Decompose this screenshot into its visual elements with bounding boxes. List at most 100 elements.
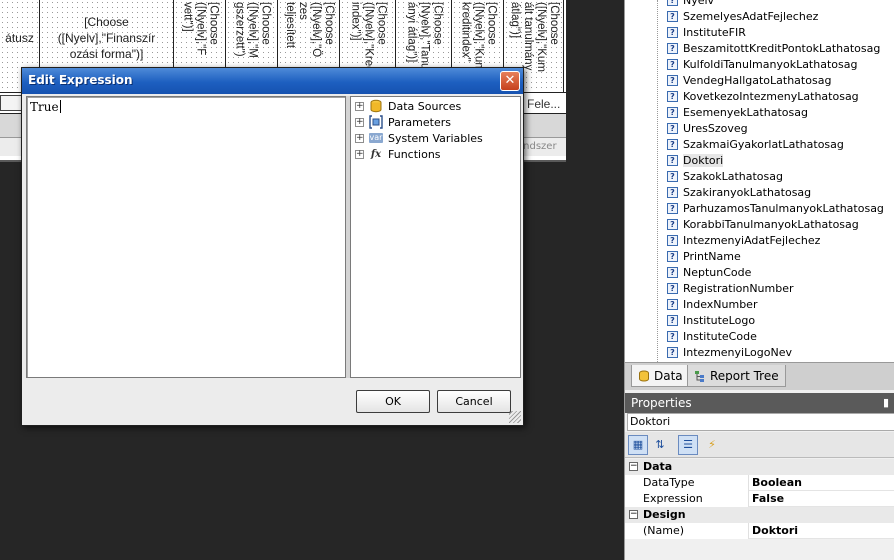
tree-item[interactable]: ? SzakiranyokLathatosag xyxy=(667,184,811,200)
cancel-button[interactable]: Cancel xyxy=(437,390,511,413)
column-header-text: [Choose ([Nyelv],"F vett")] xyxy=(181,2,219,56)
variable-icon: ? xyxy=(667,90,678,102)
tree-item[interactable]: ? SzakokLathatosag xyxy=(667,168,783,184)
tree-item-label: SzakiranyokLathatosag xyxy=(683,185,812,199)
parameters-icon xyxy=(369,115,383,129)
column-header-text: [Choose ([Nyelv],"Finanszír ozási forma"… xyxy=(57,15,156,61)
categorized-icon[interactable]: ▦ xyxy=(628,435,648,455)
expand-icon[interactable]: + xyxy=(355,133,364,143)
alphabetical-icon[interactable]: ⇅ xyxy=(650,435,670,455)
variable-icon: ? xyxy=(667,26,678,38)
property-row-datatype[interactable]: DataType Boolean xyxy=(625,475,894,491)
dictionary-node-label: Data Sources xyxy=(388,99,462,113)
tree-item-label: ParhuzamosTanulmanyokLathatosag xyxy=(683,201,884,215)
variable-icon: ? xyxy=(667,74,678,86)
column-header-text: [Choose [Nyelv],"Tanu ányi átlag")] xyxy=(405,2,443,70)
right-panel: ? Nyelv? SzemelyesAdatFejlechez? InstituteF… xyxy=(624,0,894,560)
variable-icon: ? xyxy=(667,106,678,118)
tree-item-label: KorabbiTanulmanyokLathatosag xyxy=(683,217,859,231)
tree-item[interactable]: ? SzakmaiGyakorlatLathatosag xyxy=(667,136,844,152)
tree-item-label: SzakmaiGyakorlatLathatosag xyxy=(683,137,844,151)
dictionary-node-label: System Variables xyxy=(388,131,483,145)
tree-item[interactable]: ? BeszamitottKreditPontokLathatosag xyxy=(667,40,880,56)
tree-item-label: KovetkezoIntezmenyLathatosag xyxy=(683,89,859,103)
column-header-text: [Choose ([Nyelv],"Ö zes teljesített xyxy=(283,2,335,58)
variable-icon: ? xyxy=(667,314,678,326)
close-button[interactable]: ✕ xyxy=(500,71,520,91)
tree-item-label: PrintName xyxy=(683,249,741,263)
dictionary-node-system-variables[interactable]: + var System Variables xyxy=(355,130,483,146)
variable-icon: ? xyxy=(667,218,678,230)
tree-item-label: EsemenyekLathatosag xyxy=(683,105,808,119)
tree-item[interactable]: ? NeptunCode xyxy=(667,264,751,280)
dialog-button-bar: OK Cancel xyxy=(22,380,523,425)
tree-item[interactable]: ? IntezmenyiLogoNev xyxy=(667,344,792,360)
variable-icon: ? xyxy=(667,250,678,262)
pin-icon[interactable]: ▮ xyxy=(883,393,889,413)
property-value[interactable]: Boolean xyxy=(749,475,894,491)
properties-toolbar: ▦ ⇅ ☰ ⚡ xyxy=(625,432,894,458)
collapse-icon[interactable]: − xyxy=(629,510,638,519)
tree-item[interactable]: ? IndexNumber xyxy=(667,296,757,312)
column-header-text: [Choose ([Nyelv],"M gszerzett") xyxy=(233,2,271,58)
dialog-titlebar[interactable]: Edit Expression ✕ xyxy=(22,68,523,94)
dictionary-node-label: Functions xyxy=(388,147,441,161)
variable-icon: ? xyxy=(667,202,678,214)
properties-object-selector[interactable]: Doktori xyxy=(627,413,894,431)
expand-icon[interactable]: + xyxy=(355,117,364,127)
database-icon xyxy=(370,99,382,113)
tree-item[interactable]: ? Nyelv xyxy=(667,0,714,8)
dictionary-node-data-sources[interactable]: + Data Sources xyxy=(355,98,461,114)
dictionary-tree[interactable]: + Data Sources + Parameters + var System… xyxy=(350,96,521,378)
tree-item[interactable]: ? InstituteCode xyxy=(667,328,757,344)
tree-item[interactable]: ? PrintName xyxy=(667,248,741,264)
tree-item[interactable]: ? EsemenyekLathatosag xyxy=(667,104,808,120)
property-row-expression[interactable]: Expression False xyxy=(625,491,894,507)
variable-icon: ? xyxy=(667,186,678,198)
ok-button[interactable]: OK xyxy=(356,390,430,413)
tree-item[interactable]: ? KulfoldiTanulmanyokLathatosag xyxy=(667,56,857,72)
variable-icon: ? xyxy=(667,170,678,182)
tree-item[interactable]: ? IntezmenyiAdatFejlechez xyxy=(667,232,820,248)
property-name: Expression xyxy=(625,491,749,507)
system-variables-icon: var xyxy=(368,133,384,143)
property-name: (Name) xyxy=(625,523,749,539)
tree-item-label: Doktori xyxy=(683,153,724,167)
tree-item[interactable]: ? ParhuzamosTanulmanyokLathatosag xyxy=(667,200,884,216)
dictionary-node-functions[interactable]: + fx Functions xyxy=(355,146,441,162)
column-header-text: [Choose ([Nyelv],"Kum kreditindex" xyxy=(459,2,497,72)
tree-item[interactable]: ? InstituteFIR xyxy=(667,24,746,40)
dictionary-node-parameters[interactable]: + Parameters xyxy=(355,114,451,130)
tree-item[interactable]: ? VendegHallgatoLathatosag xyxy=(667,72,831,88)
resize-grip[interactable] xyxy=(509,411,521,423)
band-marker[interactable] xyxy=(0,95,22,111)
events-icon[interactable]: ⚡ xyxy=(702,435,722,455)
tree-item[interactable]: ? RegistrationNumber xyxy=(667,280,794,296)
tree-item[interactable]: ? KorabbiTanulmanyokLathatosag xyxy=(667,216,859,232)
property-row-name[interactable]: (Name) Doktori xyxy=(625,523,894,539)
category-name: Data xyxy=(643,460,673,473)
expression-text: True xyxy=(30,100,59,114)
tree-item[interactable]: ? Doktori xyxy=(667,152,724,168)
expand-icon[interactable]: + xyxy=(355,149,364,159)
tab-report-tree[interactable]: Report Tree xyxy=(687,365,786,387)
tab-data[interactable]: Data xyxy=(631,365,690,387)
tree-item[interactable]: ? InstituteLogo xyxy=(667,312,755,328)
property-name: DataType xyxy=(625,475,749,491)
collapse-icon[interactable]: − xyxy=(629,462,638,471)
dialog-title: Edit Expression xyxy=(28,73,133,87)
tree-item[interactable]: ? UresSzoveg xyxy=(667,120,748,136)
properties-panel-title: Properties ▮ xyxy=(625,393,894,413)
expression-editor[interactable]: True xyxy=(26,96,346,378)
tree-item[interactable]: ? KovetkezoIntezmenyLathatosag xyxy=(667,88,859,104)
properties-icon[interactable]: ☰ xyxy=(678,435,698,455)
property-value[interactable]: False xyxy=(749,491,894,507)
property-category-design[interactable]: − Design xyxy=(625,507,894,523)
data-dictionary-tree[interactable]: ? Nyelv? SzemelyesAdatFejlechez? InstituteF… xyxy=(625,0,894,362)
expand-icon[interactable]: + xyxy=(355,101,364,111)
tab-data-label: Data xyxy=(654,368,683,383)
column-header-text: [Choose ([Nyelv],"Kum ált tanulmány átla… xyxy=(508,2,560,72)
property-value[interactable]: Doktori xyxy=(749,523,894,539)
tree-item[interactable]: ? SzemelyesAdatFejlechez xyxy=(667,8,818,24)
property-category-data[interactable]: − Data xyxy=(625,459,894,475)
